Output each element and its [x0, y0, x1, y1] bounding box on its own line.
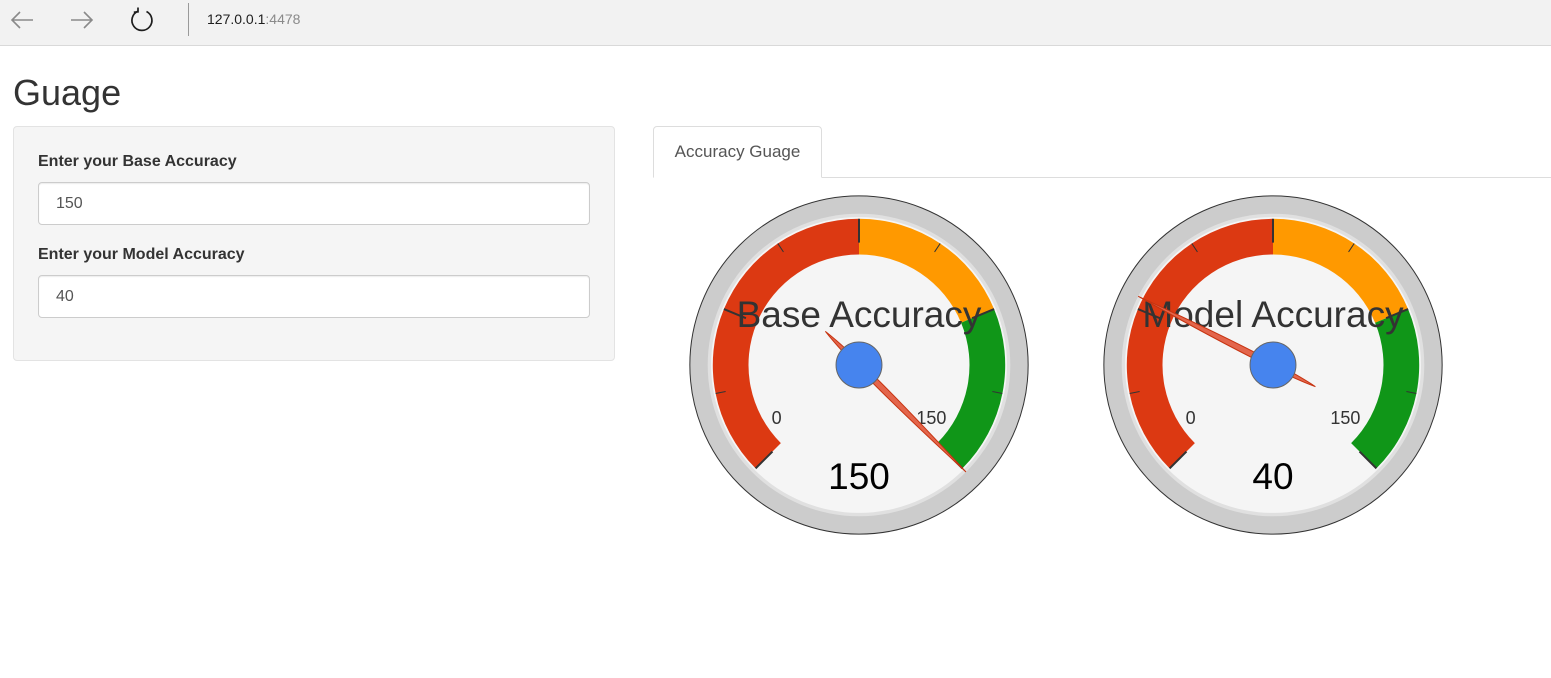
- gauge-min-label: 0: [1186, 408, 1196, 428]
- gauge-value: 150: [828, 456, 890, 497]
- gauge-title: Base Accuracy: [737, 294, 982, 335]
- gauge-hub: [835, 341, 883, 389]
- gauge-value: 40: [1252, 456, 1293, 497]
- model-accuracy-gauge: 0 150 Model Accuracy 40: [1103, 195, 1443, 535]
- gauge-min-label: 0: [772, 408, 782, 428]
- gauge-title: Model Accuracy: [1142, 294, 1404, 335]
- base-accuracy-gauge: 0 150Base Accuracy150: [689, 195, 1029, 535]
- gauge-max-label: 150: [1330, 408, 1360, 428]
- gauge-hub: [1249, 341, 1297, 389]
- gauge-panel: 0 150 Base Accuracy 150 0 150 Model Accuracy 4…: [689, 195, 1443, 535]
